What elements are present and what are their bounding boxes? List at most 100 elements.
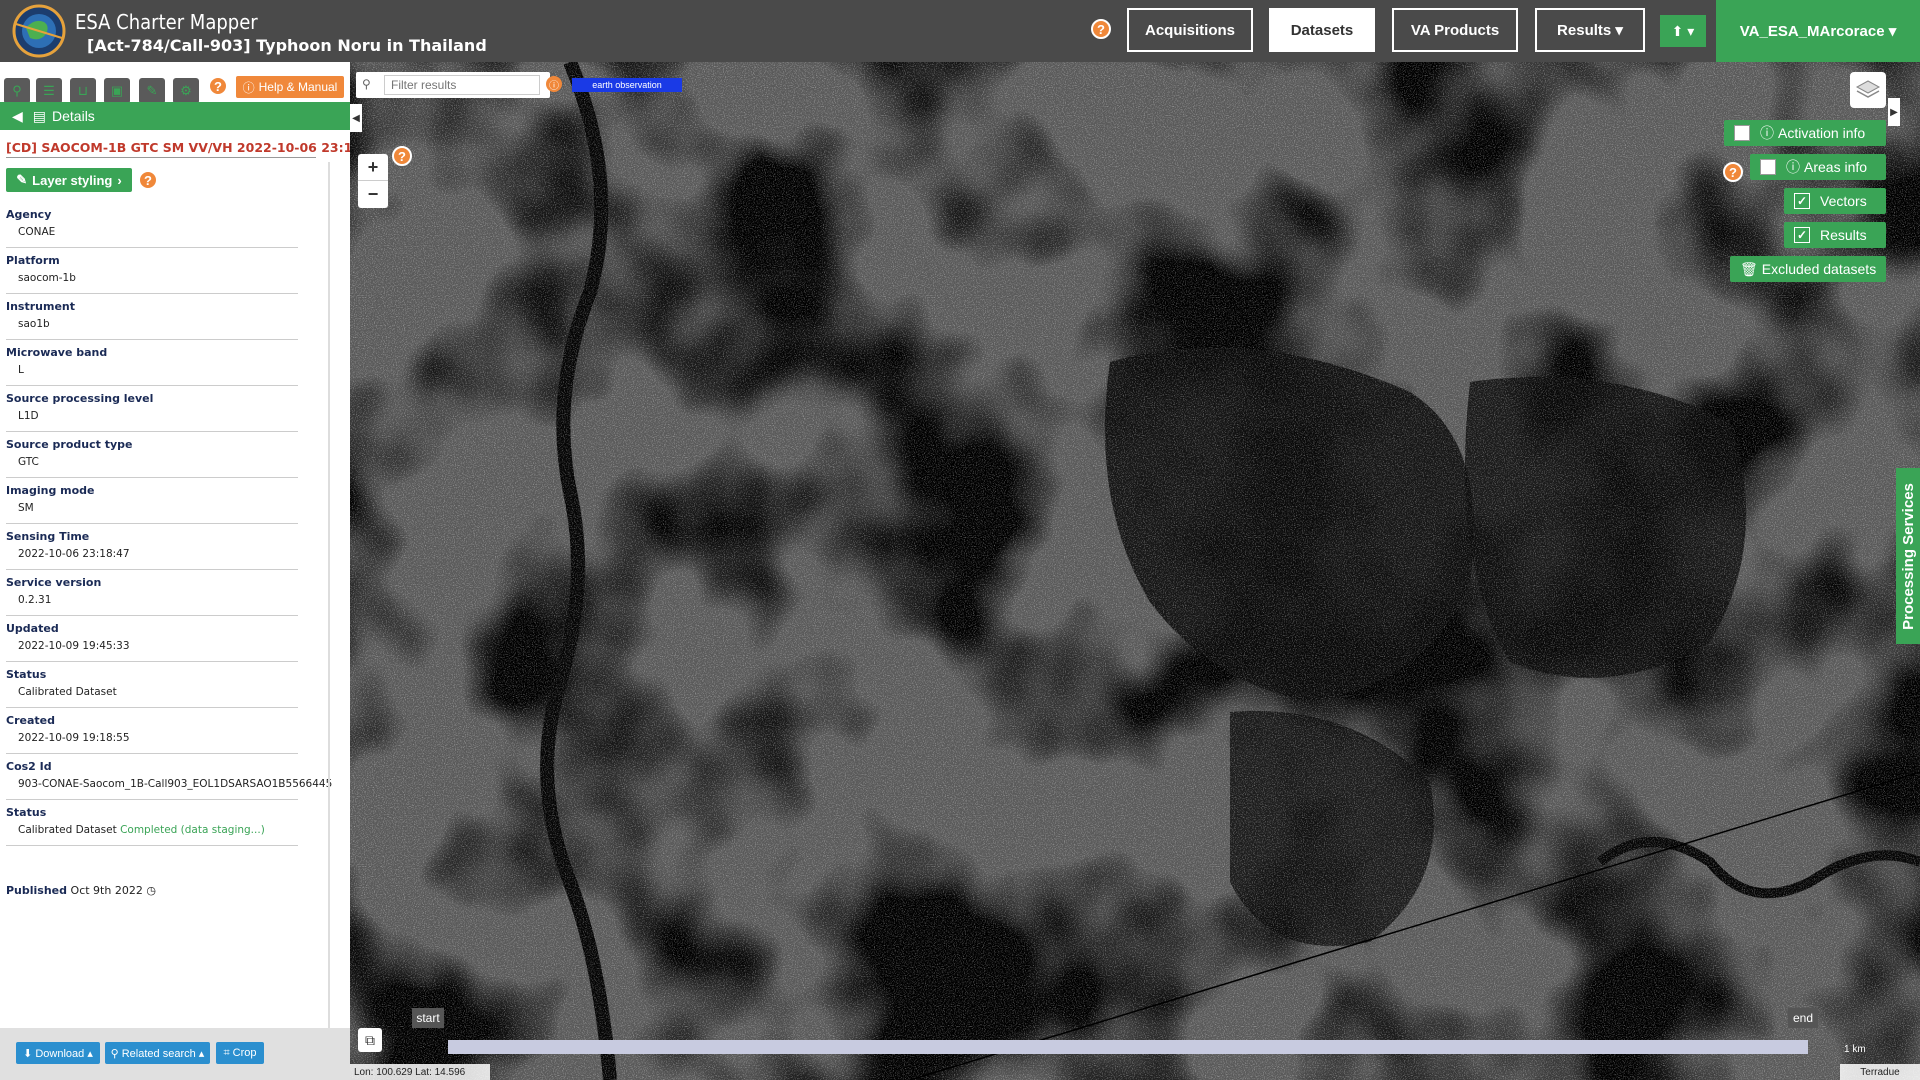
metadata-item: Service version 0.2.31 — [6, 570, 298, 616]
map-view[interactable]: ◀ ⚲ ⓘ earth observation + − ? ▶ ⓘ Activa… — [350, 62, 1920, 1080]
nav-va-products-button[interactable]: VA Products — [1392, 8, 1518, 52]
processing-services-tab[interactable]: Processing Services — [1896, 468, 1920, 644]
clock-icon: ◷ — [146, 884, 156, 897]
metadata-label: Imaging mode — [6, 484, 95, 497]
published-label: Published — [6, 884, 68, 897]
help-manual-button[interactable]: ⓘ Help & Manual — [236, 76, 344, 98]
filter-info-icon[interactable]: ⓘ — [546, 76, 562, 92]
map-attribution[interactable]: Terradue — [1840, 1064, 1920, 1080]
upload-dropdown[interactable]: ⬆ ▾ — [1660, 15, 1706, 47]
metadata-label: Updated — [6, 622, 59, 635]
metadata-item: Sensing Time 2022-10-06 23:18:47 — [6, 524, 298, 570]
areas-info-toggle[interactable]: ⓘ Areas info — [1750, 154, 1886, 180]
activation-info-checkbox[interactable] — [1734, 125, 1750, 141]
metadata-value: sao1b — [18, 318, 50, 330]
help-manual-label: Help & Manual — [258, 80, 338, 94]
layer-styling-button[interactable]: ✎ Layer styling › — [6, 168, 132, 192]
metadata-value: 0.2.31 — [18, 594, 52, 606]
metadata-label: Microwave band — [6, 346, 108, 359]
metadata-value: L — [18, 364, 24, 376]
metadata-label: Status — [6, 668, 47, 681]
areas-help-icon[interactable]: ? — [1723, 162, 1743, 182]
timeline-end: end — [1788, 1008, 1818, 1028]
layer-styling-help-icon[interactable]: ? — [138, 170, 158, 190]
activation-info-label: Activation info — [1778, 125, 1866, 141]
related-search-label: Related search ▴ — [121, 1047, 205, 1060]
nav-acquisitions-button[interactable]: Acquisitions — [1127, 8, 1253, 52]
pencil-icon[interactable]: ✎ — [139, 78, 165, 104]
metadata-item: Agency CONAE — [6, 202, 298, 248]
panel-help-icon[interactable]: ? — [208, 76, 228, 96]
metadata-label: Cos2 Id — [6, 760, 52, 773]
download-button[interactable]: ⬇ Download ▴ — [16, 1042, 100, 1064]
zoom-in-button[interactable]: + — [358, 154, 388, 181]
filter-results-input[interactable] — [384, 75, 540, 95]
activation-title: [Act-784/Call-903] Typhoon Noru in Thail… — [87, 36, 487, 55]
timeline-toggle-icon[interactable]: ⧉ — [358, 1028, 382, 1052]
user-menu-dropdown[interactable]: VA_ESA_MArcorace ▾ — [1716, 0, 1920, 62]
panel-scrollbar[interactable] — [328, 162, 330, 1076]
layers-icon[interactable] — [1850, 72, 1886, 108]
areas-info-label: Areas info — [1804, 159, 1868, 175]
metadata-item: Status Calibrated Dataset Completed (dat… — [6, 800, 298, 846]
basket-icon[interactable]: ⊔ — [70, 78, 96, 104]
details-header: ◀ ▤ Details — [0, 102, 350, 130]
metadata-label: Source processing level — [6, 392, 154, 405]
layer-styling-label: Layer styling — [32, 172, 113, 188]
vectors-toggle[interactable]: ✓ Vectors — [1784, 188, 1886, 214]
excluded-datasets-button[interactable]: 🗑 Excluded datasets — [1730, 256, 1886, 282]
brush-icon: ✎ — [16, 172, 28, 187]
metadata-value: 2022-10-06 23:18:47 — [18, 548, 130, 560]
metadata-label: Platform — [6, 254, 60, 267]
vectors-checkbox[interactable]: ✓ — [1794, 193, 1810, 209]
staging-status: Completed (data staging...) — [120, 824, 265, 836]
collapse-right-icon[interactable]: ▶ — [1888, 98, 1900, 126]
info-icon: ⓘ — [242, 80, 255, 95]
crop-button[interactable]: ⌗ Crop — [216, 1042, 264, 1064]
earth-observation-badge[interactable]: earth observation — [572, 78, 682, 92]
document-icon: ▤ — [32, 107, 47, 124]
nav-results-dropdown[interactable]: Results ▾ — [1535, 8, 1645, 52]
map-help-icon[interactable]: ? — [392, 146, 412, 166]
back-chevron-icon[interactable]: ◀ — [12, 108, 23, 125]
metadata-item: Source product type GTC — [6, 432, 298, 478]
info-icon: ⓘ — [1760, 125, 1774, 141]
metadata-value: 2022-10-09 19:45:33 — [18, 640, 130, 652]
search-icon[interactable]: ⚲ — [4, 78, 30, 104]
vectors-label: Vectors — [1820, 193, 1867, 209]
results-toggle[interactable]: ✓ Results — [1784, 222, 1886, 248]
nav-datasets-button[interactable]: Datasets — [1269, 8, 1375, 52]
results-checkbox[interactable]: ✓ — [1794, 227, 1810, 243]
zoom-control: + − — [358, 154, 388, 208]
metadata-label: Sensing Time — [6, 530, 90, 543]
metadata-label: Agency — [6, 208, 52, 221]
metadata-label: Created — [6, 714, 55, 727]
gear-icon[interactable]: ⚙ — [173, 78, 199, 104]
list-icon[interactable]: ☰ — [36, 78, 62, 104]
cursor-coordinates: Lon: 100.629 Lat: 14.596 — [350, 1064, 490, 1080]
metadata-value: SM — [18, 502, 34, 514]
filter-results-box: ⚲ — [356, 72, 550, 98]
app-logo[interactable] — [10, 4, 68, 58]
details-title: Details — [52, 108, 95, 124]
chevron-right-icon: › — [117, 172, 122, 188]
related-search-button[interactable]: ⚲ Related search ▴ — [105, 1042, 210, 1064]
metadata-label: Instrument — [6, 300, 75, 313]
areas-info-checkbox[interactable] — [1760, 159, 1776, 175]
panel-toolbar: ⚲ ☰ ⊔ ▣ ✎ ⚙ ? ⓘ Help & Manual — [0, 74, 350, 104]
metadata-label: Status — [6, 806, 47, 819]
metadata-item: Platform saocom-1b — [6, 248, 298, 294]
timeline-slider[interactable] — [448, 1040, 1808, 1054]
collapse-panel-button[interactable]: ◀ — [350, 104, 362, 132]
zoom-out-button[interactable]: − — [358, 181, 388, 208]
metadata-item: Microwave band L — [6, 340, 298, 386]
archive-icon[interactable]: ▣ — [104, 78, 130, 104]
metadata-value: GTC — [18, 456, 39, 468]
metadata-item: Status Calibrated Dataset — [6, 662, 298, 708]
activation-info-toggle[interactable]: ⓘ Activation info — [1724, 120, 1886, 146]
help-icon[interactable]: ? — [1091, 19, 1111, 39]
metadata-list: Agency CONAE Platform saocom-1b Instrume… — [6, 202, 332, 846]
metadata-value: CONAE — [18, 226, 56, 238]
dataset-title: [CD] SAOCOM-1B GTC SM VV/VH 2022-10-06 2… — [6, 140, 383, 158]
metadata-value: 2022-10-09 19:18:55 — [18, 732, 130, 744]
